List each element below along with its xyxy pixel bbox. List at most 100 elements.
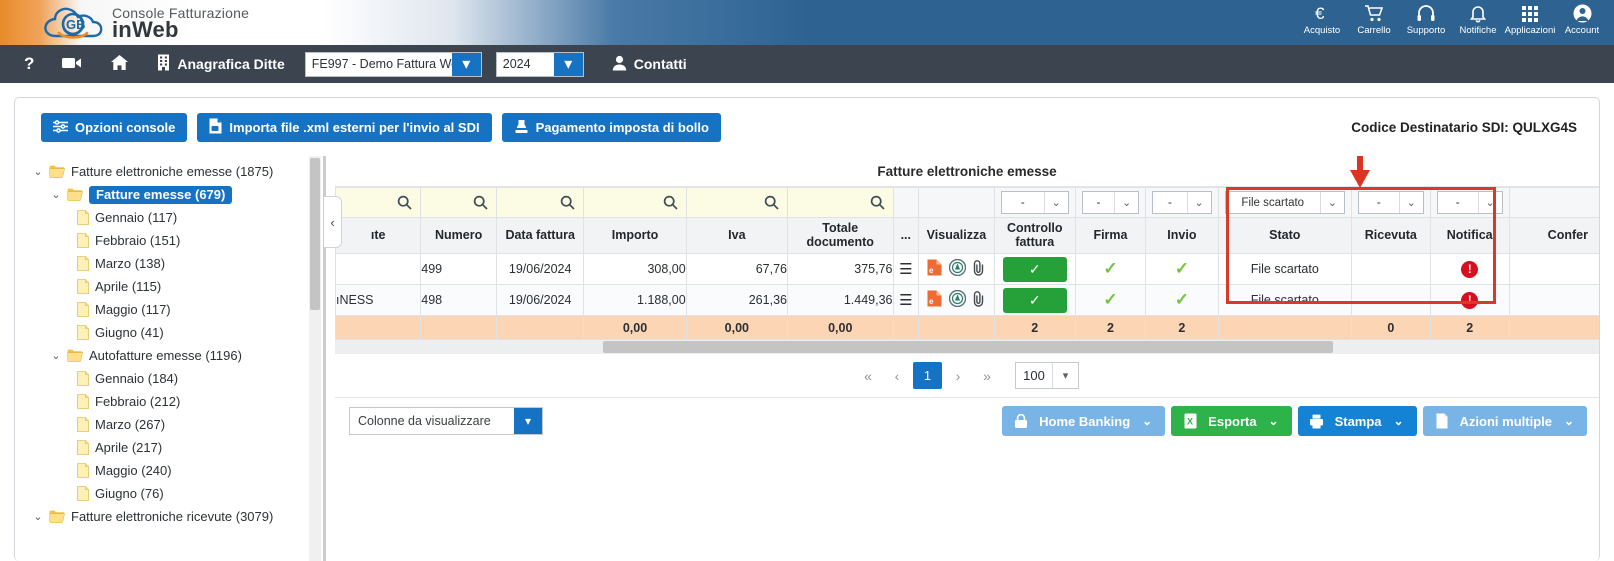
tree-item[interactable]: Aprile (217)	[15, 436, 321, 459]
footer-button-stampa[interactable]: Stampa ⌄	[1297, 406, 1417, 436]
chevron-down-icon[interactable]: ⌄	[45, 188, 67, 201]
filter-search-data[interactable]	[495, 187, 585, 218]
magnifier-icon[interactable]	[421, 188, 496, 217]
opzioni-console-button[interactable]: Opzioni console	[41, 113, 188, 142]
chevron-down-icon[interactable]: ⌄	[27, 510, 49, 523]
tree-item[interactable]: Maggio (240)	[15, 459, 321, 482]
chevron-down-icon[interactable]: ⌄	[45, 349, 67, 362]
tree-scrollbar-thumb[interactable]	[310, 158, 320, 310]
filter-search-numero[interactable]	[420, 187, 497, 218]
tree-scrollbar[interactable]	[309, 156, 321, 561]
tree-item[interactable]: Marzo (267)	[15, 413, 321, 436]
contatti-button[interactable]: Contatti	[598, 45, 701, 83]
column-header-totale[interactable]: Totale documento	[786, 217, 894, 254]
filter-search-cliente[interactable]	[335, 187, 422, 218]
xml-badge-icon[interactable]	[948, 258, 967, 279]
column-header-invio[interactable]: Invio	[1145, 217, 1219, 254]
chevron-down-icon[interactable]: ⌄	[1560, 414, 1578, 428]
tree-item[interactable]: Giugno (41)	[15, 321, 321, 344]
column-header-notifica[interactable]: Notifica	[1429, 217, 1510, 254]
magnifier-icon[interactable]	[336, 188, 420, 217]
chevron-down-icon[interactable]: ▾	[514, 408, 542, 434]
chevron-down-icon[interactable]: ▾	[1052, 363, 1078, 388]
column-header-firma[interactable]: Firma	[1074, 217, 1147, 254]
filter-select-ricevuta[interactable]: - ⌄	[1350, 187, 1431, 218]
chevron-down-icon[interactable]: ⌄	[1114, 192, 1139, 213]
filter-dropdown[interactable]: - ⌄	[1000, 191, 1069, 214]
tree-item[interactable]: Gennaio (117)	[15, 206, 321, 229]
column-header-iva[interactable]: Iva	[685, 217, 788, 254]
footer-button-azioni-multiple[interactable]: Azioni multiple ⌄	[1422, 406, 1587, 436]
top-icon-supporto[interactable]: Supporto	[1400, 0, 1452, 36]
importa-xml-button[interactable]: Importa file .xml esterni per l'invio al…	[197, 113, 492, 142]
column-header-confer[interactable]: Confer	[1508, 217, 1599, 254]
hamburger-menu-icon[interactable]: ☰	[899, 292, 912, 309]
chevron-down-icon[interactable]: ⌄	[1390, 414, 1408, 428]
tree-item[interactable]: Gennaio (184)	[15, 367, 321, 390]
filter-dropdown[interactable]: - ⌄	[1357, 191, 1424, 214]
controllo-fattura-ok-button[interactable]: ✓	[1002, 256, 1067, 282]
filter-dropdown[interactable]: File scartato ⌄	[1224, 191, 1345, 214]
tree-item[interactable]: ⌄ Autofatture emesse (1196)	[15, 344, 321, 367]
page-size-select[interactable]: 100 ▾	[1015, 362, 1079, 389]
column-header-controllo[interactable]: Controllo fattura	[993, 217, 1076, 254]
year-select[interactable]: 2024 ▾	[495, 51, 584, 77]
paperclip-icon[interactable]	[973, 290, 986, 310]
filter-dropdown[interactable]: - ⌄	[1152, 191, 1212, 214]
chevron-down-icon[interactable]: ⌄	[1043, 192, 1068, 213]
pdf-file-icon[interactable]: e	[927, 290, 942, 310]
top-icon-account[interactable]: Account	[1556, 0, 1608, 36]
pagamento-bollo-button[interactable]: Pagamento imposta di bollo	[501, 113, 721, 142]
tree-item[interactable]: Febbraio (212)	[15, 390, 321, 413]
help-button[interactable]: ?	[10, 45, 48, 83]
filter-search-iva[interactable]	[685, 187, 788, 218]
top-icon-acquisto[interactable]: € Acquisto	[1296, 0, 1348, 36]
paperclip-icon[interactable]	[973, 259, 986, 279]
column-header-numero[interactable]: Numero	[420, 217, 497, 254]
magnifier-icon[interactable]	[497, 188, 583, 217]
footer-button-esporta[interactable]: X Esporta ⌄	[1171, 406, 1292, 436]
page-number-1[interactable]: 1	[913, 362, 942, 389]
filter-select-notifica[interactable]: - ⌄	[1429, 187, 1510, 218]
tree-item[interactable]: Aprile (115)	[15, 275, 321, 298]
table-row[interactable]: ıNESS 498 19/06/2024 1.188,00 261,36 1.449,36…	[335, 284, 1599, 316]
magnifier-icon[interactable]	[788, 188, 893, 217]
chevron-down-icon[interactable]: ⌄	[1477, 192, 1502, 213]
column-header-importo[interactable]: Importo	[583, 217, 687, 254]
filter-dropdown[interactable]: - ⌄	[1081, 191, 1140, 214]
filter-select-stato[interactable]: File scartato ⌄	[1217, 187, 1352, 218]
tree-item[interactable]: ⌄ Fatture elettroniche emesse (1875)	[15, 160, 321, 183]
controllo-fattura-ok-button[interactable]: ✓	[1002, 287, 1067, 313]
grid-hscroll-thumb[interactable]	[603, 341, 1333, 353]
chevron-down-icon[interactable]: ⌄	[1319, 192, 1344, 213]
column-header-cliente[interactable]: ıte	[335, 217, 422, 254]
error-exclamation-icon[interactable]: !	[1461, 260, 1479, 278]
anagrafica-ditte-button[interactable]: Anagrafica Ditte	[143, 45, 298, 83]
video-tutorial-button[interactable]	[48, 45, 96, 83]
column-header-ricevuta[interactable]: Ricevuta	[1350, 217, 1431, 254]
tree-item[interactable]: ⌄ Fatture emesse (679)	[15, 183, 321, 206]
table-row[interactable]: 499 19/06/2024 308,00 67,76 375,76 ☰ e ✓ ✓ ✓ File …	[335, 253, 1599, 285]
chevron-down-icon[interactable]: ⌄	[1265, 414, 1283, 428]
chevron-down-icon[interactable]: ⌄	[1398, 192, 1423, 213]
filter-select-invio[interactable]: - ⌄	[1145, 187, 1219, 218]
footer-button-home-banking[interactable]: Home Banking ⌄	[1002, 406, 1166, 436]
top-icon-notifiche[interactable]: Notifiche	[1452, 0, 1504, 36]
column-header-data[interactable]: Data fattura	[495, 217, 585, 254]
magnifier-icon[interactable]	[584, 188, 685, 217]
chevron-down-icon[interactable]: ▾	[553, 52, 583, 76]
grid-horizontal-scrollbar[interactable]	[335, 340, 1599, 354]
company-select[interactable]: FE997 - Demo Fattura Web ▾	[304, 51, 482, 77]
page-prev-button[interactable]: ‹	[884, 363, 910, 389]
top-icon-applicazioni[interactable]: Applicazioni	[1504, 0, 1556, 36]
column-header-stato[interactable]: Stato	[1217, 217, 1352, 254]
magnifier-icon[interactable]	[687, 188, 787, 217]
page-last-button[interactable]: »	[974, 363, 1000, 389]
tree-item[interactable]: ⌄ Fatture elettroniche ricevute (3079)	[15, 505, 321, 528]
tree-item[interactable]: Giugno (76)	[15, 482, 321, 505]
xml-badge-icon[interactable]	[948, 289, 967, 310]
column-header-visual[interactable]: Visualizza	[918, 217, 995, 254]
tree-item[interactable]: Marzo (138)	[15, 252, 321, 275]
hamburger-menu-icon[interactable]: ☰	[899, 261, 912, 278]
filter-dropdown[interactable]: - ⌄	[1436, 191, 1503, 214]
